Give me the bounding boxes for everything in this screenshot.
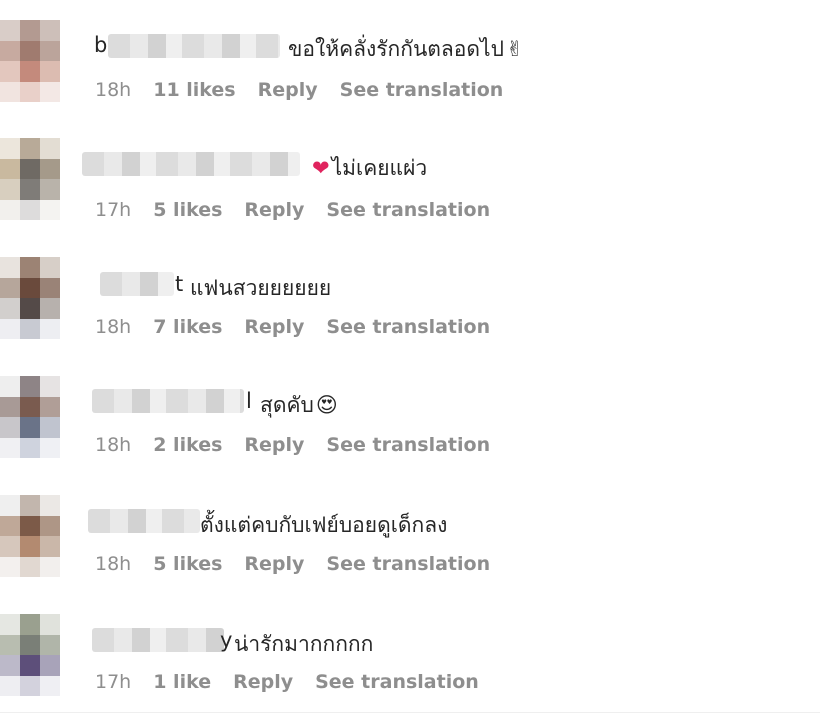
- timestamp[interactable]: 17h: [95, 199, 131, 221]
- likes-count[interactable]: 5 likes: [153, 553, 222, 575]
- avatar[interactable]: [0, 495, 60, 577]
- username[interactable]: b: [94, 33, 107, 57]
- reply-button[interactable]: Reply: [233, 671, 293, 693]
- reply-button[interactable]: Reply: [244, 434, 304, 456]
- reply-button[interactable]: Reply: [244, 316, 304, 338]
- comment-text: ขอให้คลั่งรักกันตลอดไป✌: [288, 33, 524, 66]
- username[interactable]: y: [220, 628, 232, 652]
- comment-text-content: แฟนสวยยยยยย: [190, 276, 332, 300]
- timestamp[interactable]: 18h: [95, 553, 131, 575]
- divider: [0, 712, 820, 713]
- comment-text: น่ารักมากกกกก: [234, 628, 373, 661]
- comment-meta: 18h 11 likes Reply See translation: [95, 79, 525, 101]
- avatar[interactable]: [0, 257, 60, 339]
- comment-text-content: ขอให้คลั่งรักกันตลอดไป: [288, 37, 504, 61]
- likes-count[interactable]: 2 likes: [153, 434, 222, 456]
- comment-meta: 18h 7 likes Reply See translation: [95, 316, 512, 338]
- username[interactable]: t: [175, 272, 183, 296]
- heart-eyes-icon: 😍: [315, 393, 338, 417]
- username[interactable]: l: [246, 389, 252, 413]
- comment-item: y น่ารักมากกกกก 17h 1 like Reply See tra…: [0, 596, 820, 706]
- see-translation-button[interactable]: See translation: [326, 316, 490, 338]
- likes-count[interactable]: 7 likes: [153, 316, 222, 338]
- peace-hand-icon: ✌: [505, 37, 524, 61]
- comment-text: ❤ไม่เคยแผ่ว: [312, 152, 427, 185]
- likes-count[interactable]: 5 likes: [153, 199, 222, 221]
- see-translation-button[interactable]: See translation: [340, 79, 504, 101]
- comment-meta: 18h 5 likes Reply See translation: [95, 553, 512, 575]
- see-translation-button[interactable]: See translation: [326, 553, 490, 575]
- reply-button[interactable]: Reply: [258, 79, 318, 101]
- comment-text: ตั้งแต่คบกับเฟย์บอยดูเด็กลง: [200, 509, 447, 542]
- see-translation-button[interactable]: See translation: [315, 671, 479, 693]
- avatar[interactable]: [0, 376, 60, 458]
- comment-item: ตั้งแต่คบกับเฟย์บอยดูเด็กลง 18h 5 likes …: [0, 477, 820, 587]
- see-translation-button[interactable]: See translation: [326, 434, 490, 456]
- comment-item: t แฟนสวยยยยยย 18h 7 likes Reply See tran…: [0, 239, 820, 349]
- username-blurred: [92, 628, 224, 652]
- heart-icon: ❤: [312, 156, 330, 180]
- comment-text: สุดคับ😍: [260, 389, 338, 422]
- username-blurred: [92, 389, 244, 413]
- comment-meta: 17h 1 like Reply See translation: [95, 671, 501, 693]
- comment-text-content: สุดคับ: [260, 393, 314, 417]
- avatar[interactable]: [0, 614, 60, 696]
- likes-count[interactable]: 1 like: [153, 671, 211, 693]
- reply-button[interactable]: Reply: [244, 553, 304, 575]
- username-blurred: [108, 34, 280, 58]
- username-blurred: [100, 272, 174, 296]
- comment-text-content: น่ารักมากกกกก: [234, 632, 374, 656]
- comment-item: l สุดคับ😍 18h 2 likes Reply See translat…: [0, 358, 820, 468]
- comment-meta: 17h 5 likes Reply See translation: [95, 199, 512, 221]
- reply-button[interactable]: Reply: [244, 199, 304, 221]
- avatar[interactable]: [0, 138, 60, 220]
- timestamp[interactable]: 18h: [95, 434, 131, 456]
- comment-meta: 18h 2 likes Reply See translation: [95, 434, 512, 456]
- comment-item: ❤ไม่เคยแผ่ว 17h 5 likes Reply See transl…: [0, 120, 820, 230]
- timestamp[interactable]: 18h: [95, 79, 131, 101]
- comment-item: b ขอให้คลั่งรักกันตลอดไป✌ 18h 11 likes R…: [0, 0, 820, 110]
- timestamp[interactable]: 18h: [95, 316, 131, 338]
- comment-text: แฟนสวยยยยยย: [190, 272, 331, 305]
- see-translation-button[interactable]: See translation: [326, 199, 490, 221]
- timestamp[interactable]: 17h: [95, 671, 131, 693]
- comment-text-content: ไม่เคยแผ่ว: [331, 156, 428, 180]
- username-blurred: [88, 509, 200, 533]
- avatar[interactable]: [0, 20, 60, 102]
- likes-count[interactable]: 11 likes: [153, 79, 235, 101]
- username-blurred: [82, 152, 300, 176]
- comment-text-content: ตั้งแต่คบกับเฟย์บอยดูเด็กลง: [200, 513, 448, 537]
